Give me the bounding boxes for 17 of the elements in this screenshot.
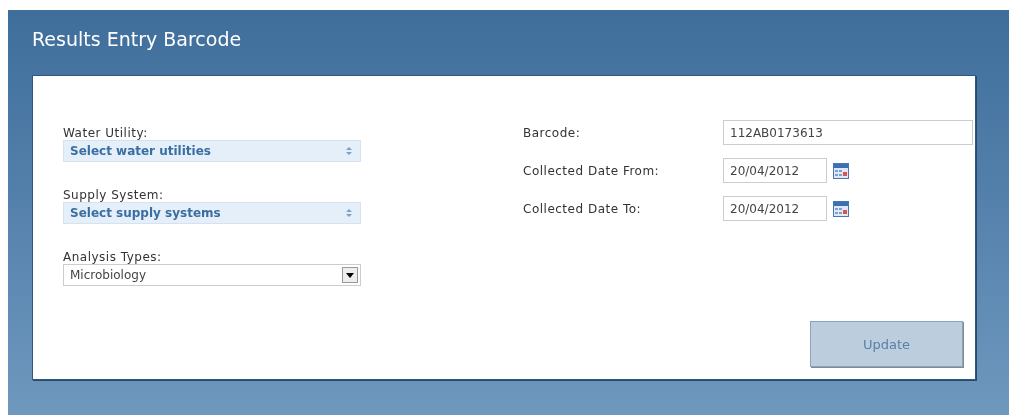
calendar-icon[interactable] xyxy=(833,162,849,179)
field-label: Collected Date To: xyxy=(523,201,643,216)
date-input[interactable]: 20/04/2012 xyxy=(723,158,827,183)
updown-icon xyxy=(346,147,352,155)
field-label: Analysis Types: xyxy=(63,250,163,264)
date-input[interactable]: 20/04/2012 xyxy=(723,196,827,221)
page-title: Results Entry Barcode xyxy=(32,28,243,52)
field-label: Supply System: xyxy=(63,188,165,202)
field-label: Water Utility: xyxy=(63,126,149,140)
updown-icon xyxy=(346,209,352,217)
barcode-input[interactable]: 112AB0173613 xyxy=(723,120,973,145)
select-field[interactable]: Select supply systems xyxy=(63,202,361,224)
calendar-icon[interactable] xyxy=(833,200,849,217)
select-field[interactable]: Select water utilities xyxy=(63,140,361,162)
field-label: Collected Date From: xyxy=(523,163,661,178)
field-label: Barcode: xyxy=(523,125,582,140)
dropdown-field[interactable]: Microbiology xyxy=(63,264,361,286)
